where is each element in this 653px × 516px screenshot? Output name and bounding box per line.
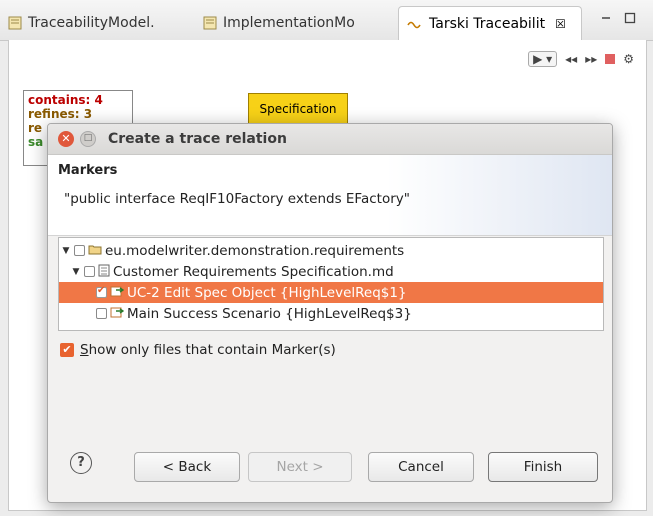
tab-tarski-traceability[interactable]: Tarski Traceabilit ☒ (398, 6, 582, 40)
dialog-button-bar: ? < Back Next > Cancel Finish (48, 438, 612, 502)
text-file-icon (98, 264, 110, 280)
model-file-icon (203, 16, 217, 30)
checkbox-checked-icon[interactable]: ✔ (60, 343, 74, 357)
maximize-icon[interactable] (624, 12, 638, 24)
show-only-files-checkbox[interactable]: ✔ Show only files that contain Marker(s) (60, 342, 336, 358)
tree-item[interactable]: Main Success Scenario {HighLevelReq$3} (59, 303, 603, 324)
show-only-label: how only files that contain Marker(s) (88, 342, 336, 358)
tab-implementation-model[interactable]: ImplementationMo (203, 6, 388, 40)
cancel-button[interactable]: Cancel (368, 452, 474, 482)
marker-text: "public interface ReqIF10Factory extends… (64, 191, 410, 207)
step-forward-icon[interactable]: ▸▸ (585, 52, 597, 66)
next-button[interactable]: Next > (248, 452, 352, 482)
close-tab-icon[interactable]: ☒ (555, 17, 566, 31)
contains-count: contains: 4 (28, 93, 103, 107)
dialog-titlebar: ✕ □ Create a trace relation (48, 124, 612, 155)
dialog-banner: Markers "public interface ReqIF10Factory… (48, 155, 612, 236)
dialog-title: Create a trace relation (108, 131, 287, 147)
tab-label: ImplementationMo (223, 15, 355, 31)
trace-view-icon (407, 17, 423, 31)
tab-traceability-model[interactable]: TraceabilityModel. (8, 6, 193, 40)
tree-checkbox[interactable] (84, 266, 95, 277)
tree-item-selected[interactable]: UC-2 Edit Spec Object {HighLevelReq$1} (59, 282, 603, 303)
settings-icon[interactable]: ⚙ (623, 52, 634, 66)
tree-item[interactable]: ▼ Customer Requirements Specification.md (59, 261, 603, 282)
tree-checkbox[interactable] (96, 308, 107, 319)
create-trace-relation-dialog: ✕ □ Create a trace relation Markers "pub… (47, 123, 613, 503)
marker-icon (110, 306, 125, 321)
expand-arrow-icon[interactable]: ▼ (61, 246, 71, 256)
minimize-icon[interactable] (600, 12, 614, 24)
finish-button[interactable]: Finish (488, 452, 598, 482)
tree-item[interactable]: ▼ eu.modelwriter.demonstration.requireme… (59, 240, 603, 261)
tree-item-label: UC-2 Edit Spec Object {HighLevelReq$1} (127, 284, 407, 301)
expand-arrow-icon[interactable]: ▼ (71, 267, 81, 277)
minimize-icon[interactable]: □ (80, 131, 96, 147)
editor-toolbar: ▶ ▾ ◂◂ ▸▸ ⚙ (528, 48, 634, 70)
tree-item-label: Main Success Scenario {HighLevelReq$3} (127, 305, 412, 322)
project-folder-icon (88, 243, 102, 258)
tree-checkbox-checked[interactable] (96, 285, 107, 298)
tree-item-label: eu.modelwriter.demonstration.requirement… (105, 242, 405, 259)
help-icon[interactable]: ? (70, 452, 92, 474)
step-back-icon[interactable]: ◂◂ (565, 52, 577, 66)
stop-icon[interactable] (605, 54, 616, 64)
tab-label: Tarski Traceabilit (429, 15, 546, 32)
model-file-icon (8, 16, 22, 30)
mnemonic-letter: S (80, 342, 89, 358)
refines-count: refines: 3 (28, 107, 93, 121)
tree-item-label: Customer Requirements Specification.md (113, 263, 394, 280)
editor-tab-bar: TraceabilityModel. ImplementationMo Tars… (0, 0, 653, 41)
specification-node[interactable]: Specification (248, 93, 348, 125)
close-icon[interactable]: ✕ (58, 131, 74, 147)
back-button[interactable]: < Back (134, 452, 240, 482)
marker-tree[interactable]: ▼ eu.modelwriter.demonstration.requireme… (58, 237, 604, 331)
tree-checkbox[interactable] (74, 245, 85, 256)
run-icon[interactable]: ▶ ▾ (528, 51, 558, 67)
section-heading: Markers (58, 163, 118, 178)
tab-label: TraceabilityModel. (28, 15, 155, 31)
marker-icon (110, 285, 125, 300)
